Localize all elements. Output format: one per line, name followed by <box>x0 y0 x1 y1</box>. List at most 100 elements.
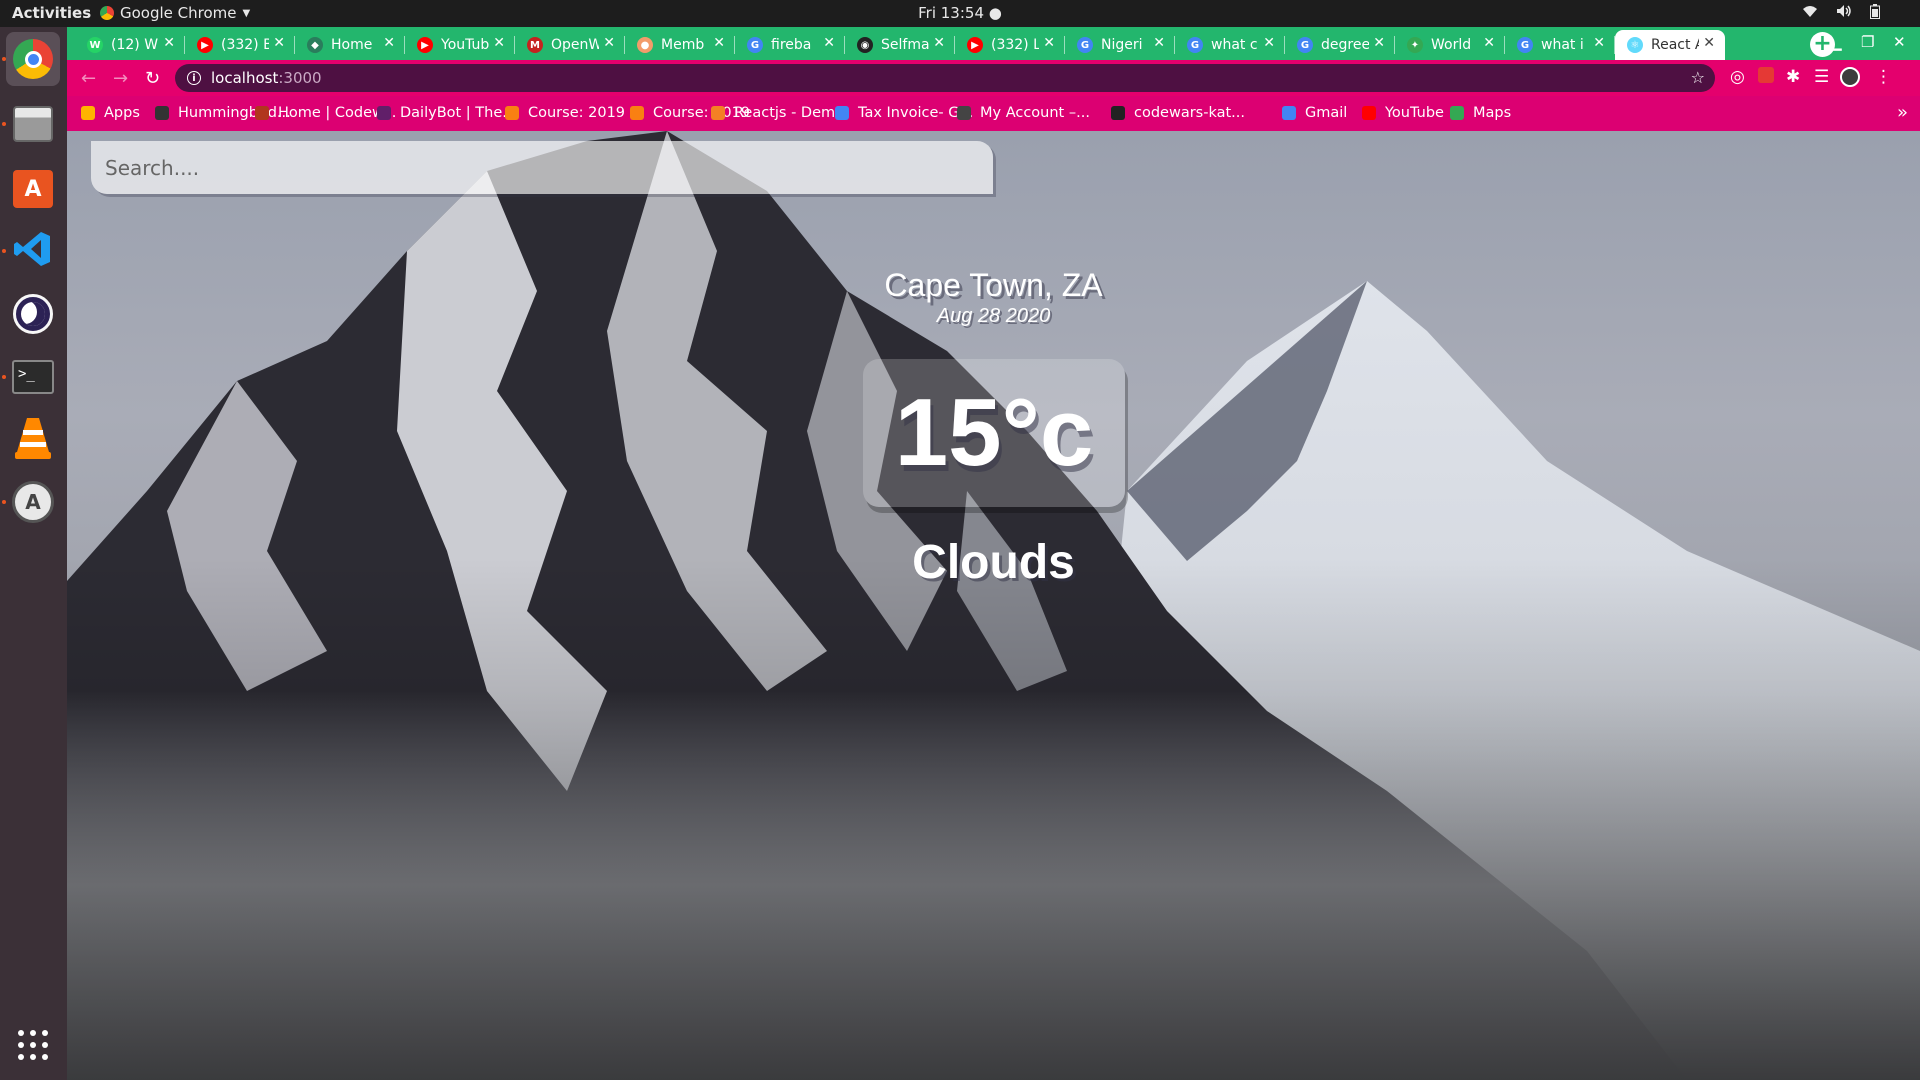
dock-eclipse[interactable] <box>6 287 60 341</box>
moodle-icon <box>505 106 519 120</box>
globe-icon <box>957 106 971 120</box>
dock-vlc[interactable] <box>6 413 60 467</box>
browser-tab[interactable]: Gdegree ✕ <box>1285 30 1395 60</box>
tab-close-icon[interactable]: ✕ <box>273 35 285 51</box>
browser-tab[interactable]: ● Memb ✕ <box>625 30 735 60</box>
bookmark-item[interactable]: Tax Invoice- G... <box>835 105 973 121</box>
browser-tab[interactable]: Gfireba ✕ <box>735 30 845 60</box>
tab-title: React A <box>1651 37 1699 53</box>
forward-button[interactable]: → <box>113 68 128 89</box>
tab-title: Selfma <box>881 37 929 53</box>
temperature-box: 15°c <box>863 359 1125 507</box>
tab-title: what c <box>1211 37 1258 53</box>
bookmark-item[interactable]: codewars-kat... <box>1111 105 1245 121</box>
info-icon[interactable]: i <box>187 71 201 85</box>
browser-tab[interactable]: G Nigeri ✕ <box>1065 30 1175 60</box>
browser-tab[interactable]: W (12) Wh✕ <box>75 30 185 60</box>
browser-tab[interactable]: ▶ (332) B ✕ <box>185 30 295 60</box>
software-center-icon: A <box>13 170 53 208</box>
bookmark-label: YouTube <box>1385 105 1444 121</box>
tab-close-icon[interactable]: ✕ <box>1703 35 1715 51</box>
search-input[interactable] <box>91 141 993 194</box>
dock-software-updater[interactable]: A <box>6 475 60 529</box>
weather-app: Cape Town, ZA Aug 28 2020 15°c Clouds <box>67 131 1920 1080</box>
bookmark-item[interactable]: Course: 2019 <box>505 105 625 121</box>
extensions-puzzle-icon[interactable]: ✱ <box>1786 67 1800 87</box>
tab-favicon-icon: G <box>1187 37 1203 53</box>
vscode-icon <box>13 229 53 273</box>
tab-favicon-icon: W <box>87 37 103 53</box>
show-applications-button[interactable] <box>6 1020 60 1074</box>
browser-tab[interactable]: ◆ Home ✕ <box>295 30 405 60</box>
browser-menu-icon[interactable]: ⋮ <box>1875 67 1892 87</box>
dock-software-center[interactable]: A <box>6 162 60 216</box>
maximize-button[interactable]: ❐ <box>1861 33 1874 51</box>
browser-tab[interactable]: ✦ World ✕ <box>1395 30 1505 60</box>
tab-favicon-icon: G <box>747 37 763 53</box>
address-host: localhost <box>211 69 279 87</box>
tab-close-icon[interactable]: ✕ <box>1373 35 1385 51</box>
dock-terminal[interactable]: >_ <box>6 350 60 404</box>
bookmark-label: Reactjs - Dem... <box>734 105 849 121</box>
apps-grid-icon <box>17 1029 49 1065</box>
tab-title: degree <box>1321 37 1369 53</box>
date-label: Aug 28 2020 <box>936 305 1051 327</box>
bookmark-item[interactable]: Apps <box>81 105 140 121</box>
browser-tab[interactable]: ◉ Selfma ✕ <box>845 30 955 60</box>
extension-target-icon[interactable]: ◎ <box>1730 67 1745 87</box>
bookmark-item[interactable]: Home | Codew... <box>255 105 396 121</box>
tab-close-icon[interactable]: ✕ <box>1593 35 1605 51</box>
extension-red-icon[interactable] <box>1758 67 1774 88</box>
software-updater-icon: A <box>12 481 54 523</box>
tab-close-icon[interactable]: ✕ <box>823 35 835 51</box>
bookmark-item[interactable]: Reactjs - Dem... <box>711 105 849 121</box>
dock-vscode[interactable] <box>6 224 60 278</box>
bookmark-item[interactable]: YouTube <box>1362 105 1444 121</box>
browser-tab[interactable]: Gwhat c ✕ <box>1175 30 1285 60</box>
tab-close-icon[interactable]: ✕ <box>713 35 725 51</box>
minimize-button[interactable]: ▁ <box>1830 33 1842 51</box>
bookmark-label: Course: 2019 <box>528 105 626 121</box>
tab-close-icon[interactable]: ✕ <box>383 35 395 51</box>
browser-tab[interactable]: ⚛ React A✕ <box>1615 30 1725 60</box>
clock[interactable]: Fri 13:54 ● <box>0 4 1920 22</box>
tab-close-icon[interactable]: ✕ <box>163 35 175 51</box>
files-icon <box>13 106 53 142</box>
address-bar[interactable]: i localhost :3000 ☆ <box>175 64 1715 92</box>
tab-title: Memb <box>661 37 705 53</box>
bookmarks-bar: Apps Hummingbird... Home | Codew... DailyBo… <box>67 96 1920 131</box>
bookmarks-overflow-icon[interactable]: » <box>1897 102 1908 123</box>
tab-favicon-icon: G <box>1517 37 1533 53</box>
tab-close-icon[interactable]: ✕ <box>1043 35 1055 51</box>
browser-tab[interactable]: ▶ (332) L ✕ <box>955 30 1065 60</box>
browser-tab[interactable]: ▶ YouTub ✕ <box>405 30 515 60</box>
system-top-bar: Activities Google Chrome ▼ Fri 13:54 ● <box>0 0 1920 27</box>
tab-close-icon[interactable]: ✕ <box>1483 35 1495 51</box>
youtube-icon <box>1362 106 1376 120</box>
bookmark-item[interactable]: DailyBot | The... <box>377 105 516 121</box>
bookmark-item[interactable]: Maps <box>1450 105 1511 121</box>
chrome-icon <box>13 39 53 79</box>
bookmark-item[interactable]: Gmail <box>1282 105 1347 121</box>
back-button[interactable]: ← <box>81 68 96 89</box>
browser-tab[interactable]: Gwhat i ✕ <box>1505 30 1615 60</box>
tab-close-icon[interactable]: ✕ <box>1153 35 1165 51</box>
system-tray[interactable] <box>1802 4 1880 23</box>
address-port: :3000 <box>278 69 322 87</box>
browser-tab[interactable]: M OpenW ✕ <box>515 30 625 60</box>
star-icon[interactable]: ☆ <box>1691 68 1705 87</box>
reading-list-icon[interactable]: ☰ <box>1814 67 1829 87</box>
reload-button[interactable]: ↻ <box>145 68 160 89</box>
tab-close-icon[interactable]: ✕ <box>1263 35 1275 51</box>
tab-close-icon[interactable]: ✕ <box>493 35 505 51</box>
tab-title: what i <box>1541 37 1584 53</box>
bookmark-item[interactable]: My Account –... <box>957 105 1090 121</box>
bookmark-label: Tax Invoice- G... <box>858 105 974 121</box>
tab-close-icon[interactable]: ✕ <box>603 35 615 51</box>
profile-avatar[interactable] <box>1840 67 1860 92</box>
close-window-button[interactable]: ✕ <box>1893 33 1906 51</box>
dock-files[interactable] <box>6 97 60 151</box>
dock-chrome[interactable] <box>6 32 60 86</box>
tab-title: Home <box>331 37 373 53</box>
tab-close-icon[interactable]: ✕ <box>933 35 945 51</box>
